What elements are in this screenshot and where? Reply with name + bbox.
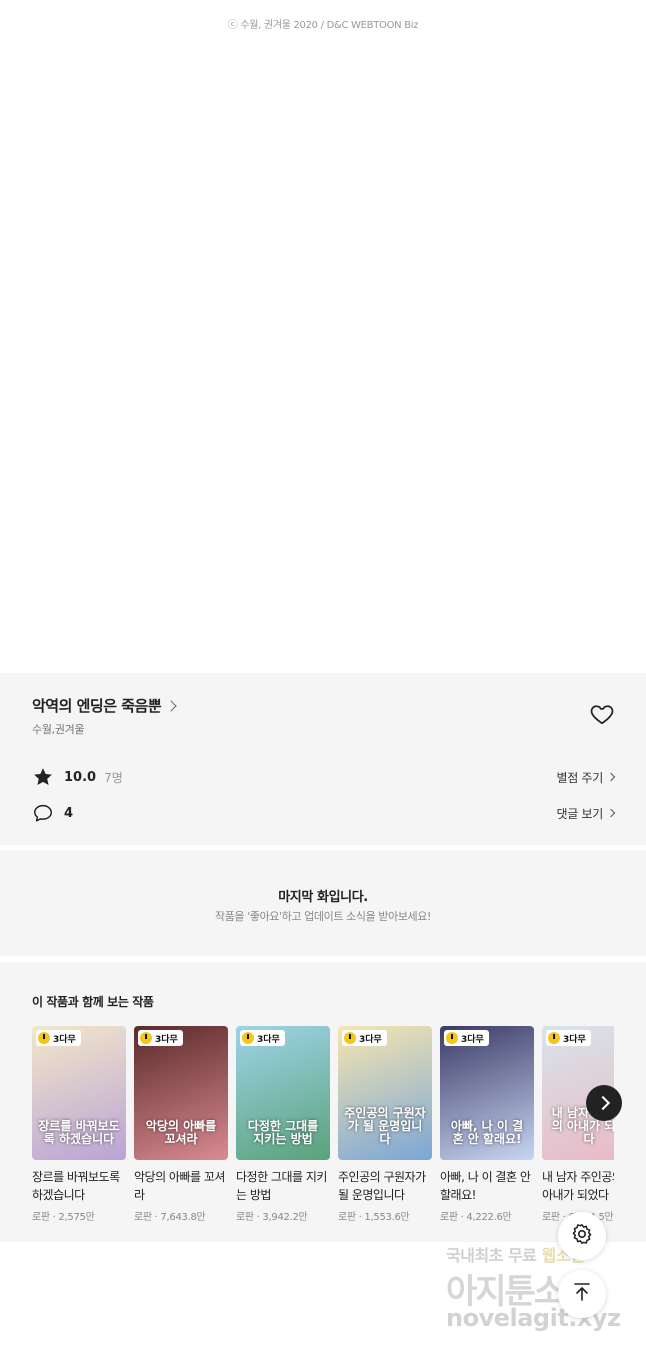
- series-info-panel: 악역의 엔딩은 죽음뿐 수월,권겨울 10.0 7명 별점 주기 4 댓글 보기: [0, 673, 646, 845]
- arrow-up-icon: [570, 1280, 594, 1308]
- wait-free-badge: 3다무: [36, 1030, 81, 1046]
- view-comments-label: 댓글 보기: [556, 806, 604, 821]
- rec-title: 아빠, 나 이 결혼 안 할래요!: [440, 1170, 531, 1202]
- rec-card[interactable]: 3다무 악당의 아빠를 꼬셔라 악당의 아빠를 꼬셔라 로판 · 7,643.8…: [134, 1026, 228, 1223]
- series-title-link[interactable]: 악역의 엔딩은 죽음뿐: [32, 695, 177, 716]
- cover-title: 다정한 그대를 지키는 방법: [247, 1119, 319, 1146]
- rating-row: 10.0 7명 별점 주기: [32, 765, 616, 789]
- rec-title: 내 남자 주인공의 아내가 되었다: [542, 1170, 614, 1202]
- badge-label: 3다무: [53, 1034, 76, 1045]
- like-heart-icon[interactable]: [589, 701, 615, 727]
- settings-button[interactable]: [558, 1212, 606, 1260]
- rate-button[interactable]: 별점 주기: [556, 769, 616, 786]
- rating-count: 7명: [104, 770, 123, 785]
- recommendations-heading: 이 작품과 함께 보는 작품: [32, 995, 154, 1009]
- chevron-right-icon: [606, 808, 616, 818]
- rec-card[interactable]: 3다무 내 남자 주인공의 아내가 되었다 내 남자 주인공의 아내가 되었다 …: [542, 1026, 614, 1223]
- rec-title: 악당의 아빠를 꼬셔라: [134, 1170, 225, 1202]
- clock-icon: [548, 1032, 560, 1044]
- copyright-text: ⓒ 수월, 권겨울 2020 / D&C WEBTOON Biz: [227, 20, 419, 31]
- rec-meta: 로판 · 4,222.6만: [440, 1212, 512, 1223]
- recommendations-section: 이 작품과 함께 보는 작품 3다무 장르를 바꿔보도록 하겠습니다 장르를 바…: [0, 962, 646, 1242]
- badge-label: 3다무: [257, 1034, 280, 1045]
- rec-card[interactable]: 3다무 아빠, 나 이 결혼 안 할래요! 아빠, 나 이 결혼 안 할래요! …: [440, 1026, 534, 1223]
- last-episode-notice: 마지막 화입니다. 작품을 '좋아요'하고 업데이트 소식을 받아보세요!: [0, 850, 646, 956]
- rec-card[interactable]: 3다무 주인공의 구원자가 될 운명입니다 주인공의 구원자가 될 운명입니다 …: [338, 1026, 432, 1223]
- star-icon: [32, 766, 54, 788]
- series-authors: 수월,권겨울: [32, 723, 85, 736]
- scroll-top-button[interactable]: [558, 1270, 606, 1318]
- cover-title: 주인공의 구원자가 될 운명입니다: [344, 1106, 426, 1146]
- clock-icon: [344, 1032, 356, 1044]
- rate-button-label: 별점 주기: [556, 770, 604, 785]
- rating-value: 10.0: [64, 769, 97, 785]
- badge-label: 3다무: [155, 1034, 178, 1045]
- rec-cover: 3다무 악당의 아빠를 꼬셔라: [134, 1026, 228, 1160]
- comment-count: 4: [64, 805, 74, 821]
- badge-label: 3다무: [563, 1034, 586, 1045]
- recommendations-carousel[interactable]: 3다무 장르를 바꿔보도록 하겠습니다 장르를 바꿔보도록 하겠습니다 로판 ·…: [32, 1026, 614, 1226]
- comment-bubble-icon: [32, 802, 54, 824]
- wait-free-badge: 3다무: [444, 1030, 489, 1046]
- badge-label: 3다무: [461, 1034, 484, 1045]
- last-episode-subtitle: 작품을 '좋아요'하고 업데이트 소식을 받아보세요!: [214, 910, 432, 923]
- chevron-right-icon: [606, 772, 616, 782]
- wait-free-badge: 3다무: [240, 1030, 285, 1046]
- chevron-right-icon: [165, 699, 177, 712]
- rec-title: 장르를 바꿔보도록 하겠습니다: [32, 1170, 120, 1202]
- rec-card[interactable]: 3다무 장르를 바꿔보도록 하겠습니다 장르를 바꿔보도록 하겠습니다 로판 ·…: [32, 1026, 126, 1223]
- clock-icon: [140, 1032, 152, 1044]
- view-comments-button[interactable]: 댓글 보기: [556, 805, 616, 822]
- cover-title: 악당의 아빠를 꼬셔라: [145, 1119, 217, 1146]
- wait-free-badge: 3다무: [546, 1030, 591, 1046]
- carousel-next-button[interactable]: [586, 1085, 622, 1121]
- clock-icon: [242, 1032, 254, 1044]
- clock-icon: [38, 1032, 50, 1044]
- gear-icon: [570, 1222, 594, 1250]
- rec-cover: 3다무 주인공의 구원자가 될 운명입니다: [338, 1026, 432, 1160]
- wait-free-badge: 3다무: [138, 1030, 183, 1046]
- comments-row: 4 댓글 보기: [32, 801, 616, 825]
- rec-meta: 로판 · 1,553.6만: [338, 1212, 410, 1223]
- wait-free-badge: 3다무: [342, 1030, 387, 1046]
- rec-meta: 로판 · 3,942.2만: [236, 1212, 308, 1223]
- watermark-tagline-a: 국내최초 무료: [446, 1246, 542, 1265]
- rec-cover: 3다무 다정한 그대를 지키는 방법: [236, 1026, 330, 1160]
- series-title: 악역의 엔딩은 죽음뿐: [32, 697, 162, 715]
- rec-title: 주인공의 구원자가 될 운명입니다: [338, 1170, 426, 1202]
- cover-title: 아빠, 나 이 결혼 안 할래요!: [450, 1119, 524, 1146]
- rec-card[interactable]: 3다무 다정한 그대를 지키는 방법 다정한 그대를 지키는 방법 로판 · 3…: [236, 1026, 330, 1223]
- rec-cover: 3다무 장르를 바꿔보도록 하겠습니다: [32, 1026, 126, 1160]
- cover-title: 장르를 바꿔보도록 하겠습니다: [38, 1119, 120, 1146]
- last-episode-title: 마지막 화입니다.: [278, 890, 368, 905]
- badge-label: 3다무: [359, 1034, 382, 1045]
- rec-meta: 로판 · 2,575만: [32, 1212, 95, 1223]
- clock-icon: [446, 1032, 458, 1044]
- rec-title: 다정한 그대를 지키는 방법: [236, 1170, 327, 1202]
- rec-cover: 3다무 아빠, 나 이 결혼 안 할래요!: [440, 1026, 534, 1160]
- rec-meta: 로판 · 7,643.8만: [134, 1212, 206, 1223]
